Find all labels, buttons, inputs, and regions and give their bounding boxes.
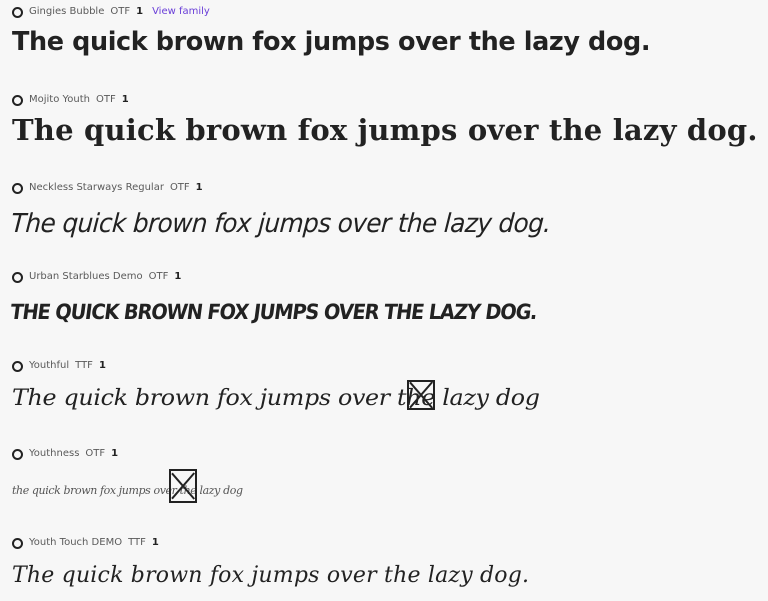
radio-button[interactable] bbox=[12, 448, 23, 460]
font-preview: The quick brown fox jumps over the lazy … bbox=[8, 300, 539, 324]
font-name: Neckless Starways Regular bbox=[29, 182, 164, 193]
style-count: 1 bbox=[151, 537, 159, 548]
font-name: Gingies Bubble bbox=[29, 6, 105, 17]
font-row-youthness[interactable]: Youthness OTF 1 the quick brown fox jump… bbox=[0, 447, 768, 527]
radio-button[interactable] bbox=[12, 537, 23, 549]
style-count: 1 bbox=[136, 6, 144, 17]
font-name: Youthness bbox=[29, 448, 80, 459]
font-row-youth-touch-demo[interactable]: Youth Touch DEMO TTF 1 The quick brown f… bbox=[0, 536, 768, 600]
font-list: Gingies Bubble OTF 1 View family The qui… bbox=[0, 0, 768, 601]
font-row-gingies-bubble[interactable]: Gingies Bubble OTF 1 View family The qui… bbox=[0, 5, 768, 85]
style-count: 1 bbox=[121, 94, 129, 105]
font-row-mojito-youth[interactable]: Mojito Youth OTF 1 The quick brown fox j… bbox=[0, 93, 768, 173]
style-count: 1 bbox=[98, 360, 106, 371]
missing-glyph-icon bbox=[169, 469, 197, 503]
style-count: 1 bbox=[111, 448, 119, 459]
font-format: TTF bbox=[128, 537, 146, 548]
radio-button[interactable] bbox=[12, 182, 23, 194]
font-format: OTF bbox=[148, 271, 169, 282]
style-count: 1 bbox=[195, 182, 203, 193]
font-format: OTF bbox=[110, 6, 131, 17]
font-meta: Neckless Starways Regular OTF 1 bbox=[12, 181, 203, 195]
font-name: Youth Touch DEMO bbox=[29, 537, 123, 548]
font-preview: The quick brown fox jumps over the lazy … bbox=[10, 209, 552, 239]
font-meta: Mojito Youth OTF 1 bbox=[12, 93, 129, 107]
radio-button[interactable] bbox=[12, 6, 23, 18]
font-name: Urban Starblues Demo bbox=[29, 271, 143, 282]
missing-glyph-icon bbox=[407, 380, 435, 410]
font-name: Mojito Youth bbox=[29, 94, 91, 105]
font-row-neckless-starways-regular[interactable]: Neckless Starways Regular OTF 1 The quic… bbox=[0, 181, 768, 261]
font-preview: the quick brown fox jumps over the lazy … bbox=[12, 484, 243, 497]
font-meta: Youthness OTF 1 bbox=[12, 447, 118, 461]
radio-button[interactable] bbox=[12, 94, 23, 106]
font-preview: The quick brown fox jumps over the lazy … bbox=[12, 386, 540, 411]
font-meta: Youthful TTF 1 bbox=[12, 359, 106, 373]
font-format: OTF bbox=[96, 94, 116, 105]
font-format: TTF bbox=[75, 360, 93, 371]
font-name: Youthful bbox=[29, 360, 70, 371]
font-preview: The quick brown fox jumps over the lazy … bbox=[12, 563, 530, 588]
font-format: OTF bbox=[85, 448, 106, 459]
font-meta: Gingies Bubble OTF 1 View family bbox=[12, 5, 210, 19]
font-meta: Urban Starblues Demo OTF 1 bbox=[12, 270, 181, 284]
radio-button[interactable] bbox=[12, 360, 23, 372]
font-row-youthful[interactable]: Youthful TTF 1 The quick brown fox jumps… bbox=[0, 359, 768, 439]
font-preview: The quick brown fox jumps over the lazy … bbox=[12, 113, 758, 147]
radio-button[interactable] bbox=[12, 271, 23, 283]
font-format: OTF bbox=[169, 182, 190, 193]
font-preview: The quick brown fox jumps over the lazy … bbox=[12, 27, 651, 57]
font-row-urban-starblues-demo[interactable]: Urban Starblues Demo OTF 1 The quick bro… bbox=[0, 270, 768, 350]
style-count: 1 bbox=[174, 271, 182, 282]
font-meta: Youth Touch DEMO TTF 1 bbox=[12, 536, 159, 550]
view-family-link[interactable]: View family bbox=[152, 5, 210, 19]
